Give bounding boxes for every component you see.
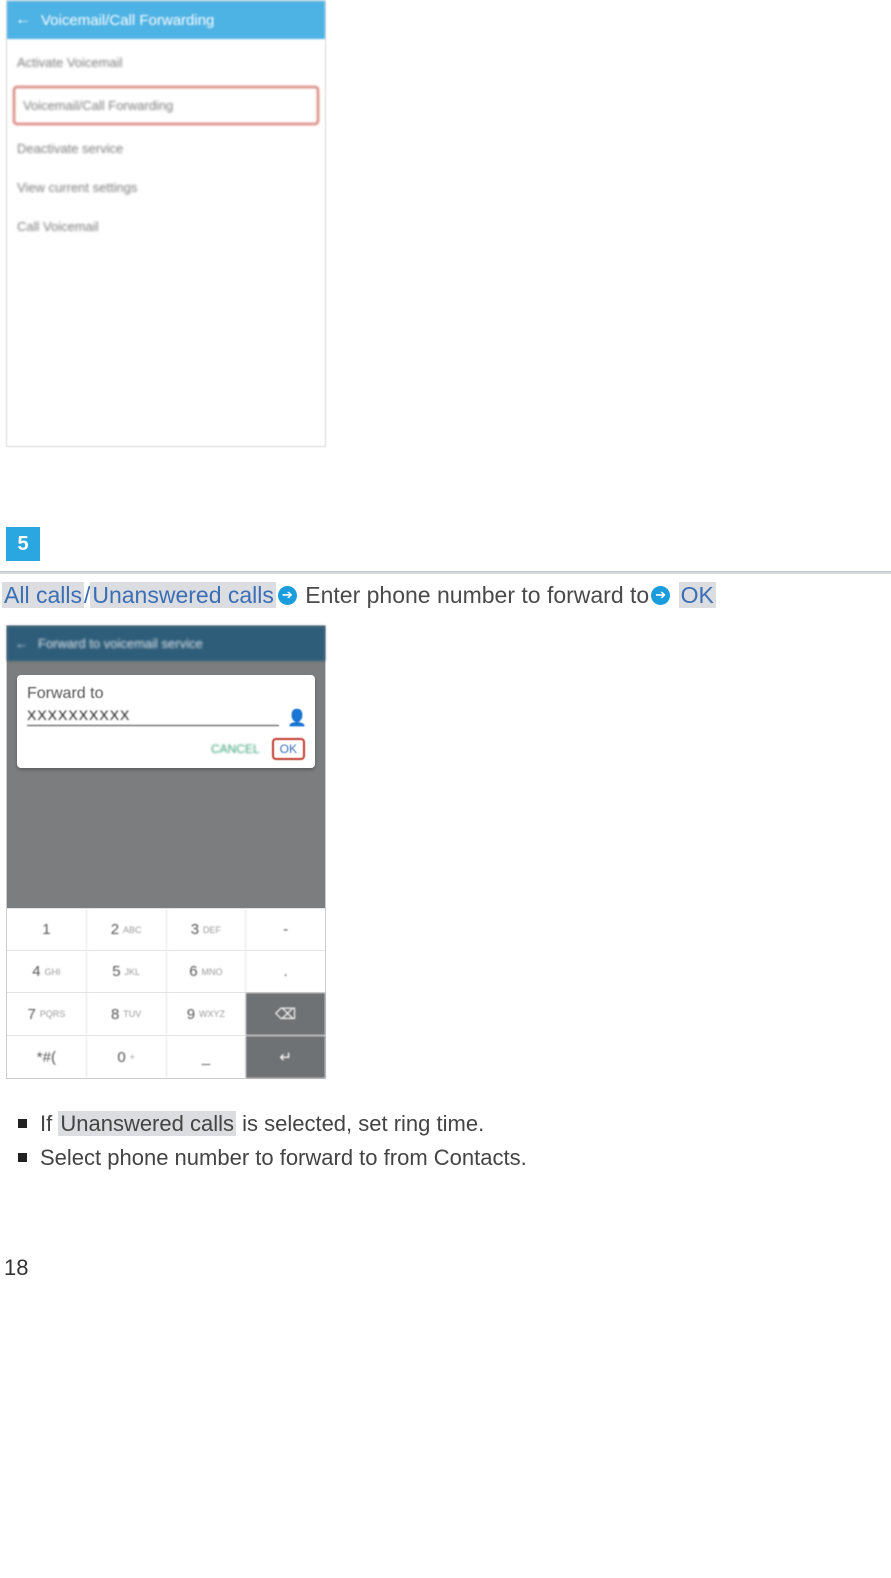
settings-list-item: View current settings [7, 168, 325, 207]
dialpad-row: 4GHI5JKL6MNO. [7, 950, 325, 992]
dialpad: 12ABC3DEF-4GHI5JKL6MNO.7PQRS8TUV9WXYZ⌫*#… [7, 908, 325, 1078]
page-number: 18 [0, 1255, 891, 1281]
arrow-icon [278, 586, 297, 605]
dialpad-key: *#( [7, 1036, 87, 1078]
dialpad-key: 9WXYZ [167, 993, 247, 1035]
settings-list-item: Call Voicemail [7, 207, 325, 246]
cancel-button: CANCEL [207, 738, 264, 760]
dialpad-key: 2ABC [87, 909, 167, 950]
screenshot2-title: Forward to voicemail service [38, 636, 203, 651]
note-item: If Unanswered calls is selected, set rin… [18, 1107, 891, 1141]
settings-list-item: Voicemail/Call Forwarding [13, 86, 319, 125]
forward-to-label: Forward to [27, 685, 305, 703]
arrow-icon [651, 586, 670, 605]
note1-highlight: Unanswered calls [58, 1111, 236, 1136]
instruction-action: Enter phone number to forward to [299, 582, 649, 608]
step-number-badge: 5 [6, 527, 40, 561]
dialpad-key: 6MNO [167, 951, 247, 992]
screenshot1-title: Voicemail/Call Forwarding [41, 12, 214, 29]
instruction-ok: OK [679, 582, 716, 608]
screenshot1-header: ← Voicemail/Call Forwarding [7, 1, 325, 39]
contact-icon: 👤 [287, 708, 305, 726]
dialpad-key: 1 [7, 909, 87, 950]
settings-list-item: Deactivate service [7, 129, 325, 168]
note-item: Select phone number to forward to from C… [18, 1141, 891, 1175]
instruction-line: All calls/Unanswered calls Enter phone n… [0, 580, 891, 619]
note2-text: Select phone number to forward to from C… [40, 1145, 527, 1170]
note1-pre: If [40, 1111, 58, 1136]
option-all-calls: All calls [2, 582, 84, 608]
dialpad-key: 3DEF [167, 909, 247, 950]
dialpad-key: _ [167, 1036, 247, 1078]
dialpad-row: 12ABC3DEF- [7, 908, 325, 950]
dialpad-key: 4GHI [7, 951, 87, 992]
forward-to-card: Forward to XXXXXXXXXX 👤 CANCEL OK [17, 675, 315, 768]
dialpad-key: - [246, 909, 325, 950]
dialpad-key: 5JKL [87, 951, 167, 992]
dialpad-key: 0+ [87, 1036, 167, 1078]
note1-post: is selected, set ring time. [236, 1111, 484, 1136]
dialpad-key: 7PQRS [7, 993, 87, 1035]
notes-list: If Unanswered calls is selected, set rin… [18, 1107, 891, 1175]
back-arrow-icon: ← [15, 636, 28, 651]
ok-button-highlight: OK [272, 738, 305, 760]
dialpad-key: 8TUV [87, 993, 167, 1035]
back-arrow-icon: ← [15, 11, 31, 29]
dialpad-row: 7PQRS8TUV9WXYZ⌫ [7, 992, 325, 1035]
dialpad-key: ↵ [246, 1036, 325, 1078]
screenshot-forward-dialer: ← Forward to voicemail service Forward t… [6, 625, 326, 1079]
screenshot2-header: ← Forward to voicemail service [7, 626, 325, 661]
separator-line [0, 571, 891, 574]
settings-list-item: Activate Voicemail [7, 43, 325, 82]
dialpad-key: ⌫ [246, 993, 325, 1035]
forward-number-field: XXXXXXXXXX [27, 707, 279, 726]
screenshot-voicemail-settings: ← Voicemail/Call Forwarding Activate Voi… [6, 0, 326, 447]
dialpad-row: *#(0+_↵ [7, 1035, 325, 1078]
option-unanswered-calls: Unanswered calls [90, 582, 276, 608]
dialpad-key: . [246, 951, 325, 992]
